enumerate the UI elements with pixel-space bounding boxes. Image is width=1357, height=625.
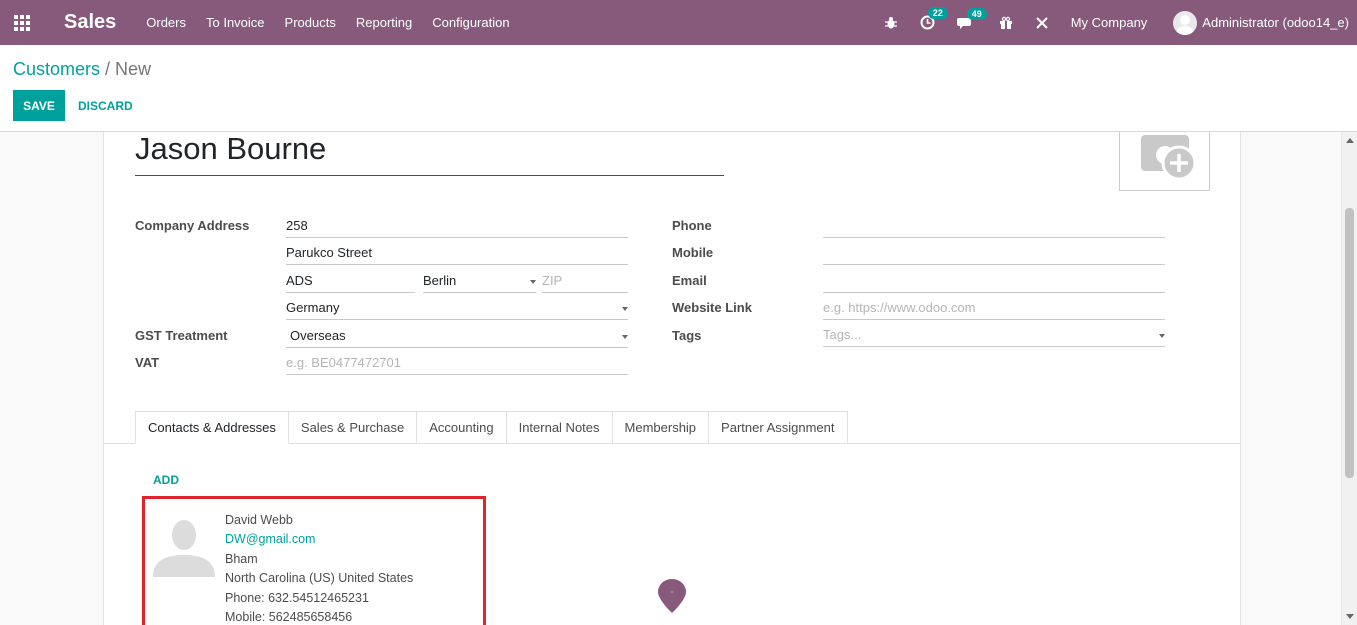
vat-label: VAT (135, 355, 160, 370)
breadcrumb-customers[interactable]: Customers (13, 59, 100, 79)
phone-input[interactable] (823, 217, 1165, 238)
gift-icon[interactable] (999, 16, 1013, 30)
contact-card[interactable]: David Webb DW@gmail.com Bham North Carol… (142, 496, 486, 625)
tab-partner-assignment[interactable]: Partner Assignment (709, 411, 848, 444)
save-button[interactable]: SAVE (13, 90, 65, 121)
vat-input[interactable]: e.g. BE0477472701 (286, 354, 628, 375)
page-scrollbar[interactable] (1341, 132, 1357, 625)
contact-email[interactable]: DW@gmail.com (225, 530, 413, 549)
bug-icon[interactable] (884, 16, 898, 30)
mobile-label: Mobile (672, 245, 714, 260)
scroll-down-icon[interactable] (1346, 614, 1354, 619)
message-count-badge: 49 (966, 7, 987, 20)
company-switcher[interactable]: My Company (1071, 15, 1148, 30)
contact-city: Bham (225, 551, 258, 566)
notebook-tabs: Contacts & Addresses Sales & Purchase Ac… (135, 411, 848, 444)
top-navbar: Sales Orders To Invoice Products Reporti… (0, 0, 1357, 45)
scroll-up-icon[interactable] (1346, 138, 1354, 143)
tab-membership[interactable]: Membership (612, 411, 710, 444)
menu-orders[interactable]: Orders (146, 15, 186, 30)
user-menu[interactable]: Administrator (odoo14_e) (1202, 15, 1349, 30)
company-address-label: Company Address (135, 218, 250, 233)
phone-label: Phone (672, 218, 712, 233)
city-input[interactable]: ADS (286, 272, 415, 293)
messages-icon[interactable]: 49 (956, 7, 987, 30)
gst-treatment-select[interactable]: Overseas (286, 327, 628, 348)
zip-input[interactable]: ZIP (542, 272, 628, 293)
tab-contacts-addresses[interactable]: Contacts & Addresses (135, 411, 289, 444)
tags-label: Tags (672, 328, 702, 343)
contact-mobile: Mobile: 562485658456 (225, 610, 353, 625)
scroll-thumb[interactable] (1345, 208, 1354, 478)
gst-treatment-label: GST Treatment (135, 328, 228, 343)
tools-icon[interactable] (1035, 16, 1049, 30)
email-label: Email (672, 273, 707, 288)
map-pin-icon (656, 577, 688, 615)
website-label: Website Link (672, 300, 752, 315)
state-select[interactable]: Berlin (423, 272, 536, 293)
add-contact-button[interactable]: ADD (153, 473, 179, 487)
user-avatar[interactable] (1173, 10, 1198, 35)
contact-details: David Webb DW@gmail.com Bham North Carol… (225, 511, 413, 625)
country-select[interactable]: Germany (286, 299, 628, 320)
menu-reporting[interactable]: Reporting (356, 15, 412, 30)
activity-clock-icon[interactable]: 22 (920, 7, 948, 30)
contact-name: David Webb (225, 513, 293, 527)
breadcrumb: Customers / New (13, 59, 151, 80)
website-input[interactable]: e.g. https://www.odoo.com (823, 299, 1165, 320)
tab-accounting[interactable]: Accounting (417, 411, 507, 444)
customer-image-upload[interactable] (1119, 132, 1210, 191)
breadcrumb-separator: / (105, 59, 111, 79)
control-panel: Customers / New SAVE DISCARD (0, 45, 1357, 132)
street2-input[interactable]: Parukco Street (286, 244, 628, 265)
tab-internal-notes[interactable]: Internal Notes (506, 411, 613, 444)
contact-region: North Carolina (US) United States (225, 571, 414, 586)
customer-name-input[interactable]: Jason Bourne (135, 132, 724, 176)
street-input[interactable]: 258 (286, 217, 628, 238)
email-input[interactable] (823, 272, 1165, 293)
tab-sales-purchase[interactable]: Sales & Purchase (288, 411, 418, 444)
tags-select[interactable]: Tags... (823, 326, 1165, 347)
add-image-icon (1140, 134, 1196, 180)
contact-phone: Phone: 632.54512465231 (225, 590, 369, 605)
mobile-input[interactable] (823, 244, 1165, 265)
menu-to-invoice[interactable]: To Invoice (206, 15, 265, 30)
menu-configuration[interactable]: Configuration (432, 15, 509, 30)
app-brand[interactable]: Sales (64, 11, 116, 34)
breadcrumb-current: New (115, 59, 152, 79)
contact-avatar-icon (153, 517, 215, 577)
activity-count-badge: 22 (927, 7, 948, 19)
menu-products[interactable]: Products (285, 15, 336, 30)
form-sheet: Jason Bourne Company Address GST Treatme… (103, 132, 1241, 625)
discard-button[interactable]: DISCARD (78, 90, 133, 121)
apps-menu-icon[interactable] (0, 0, 44, 45)
